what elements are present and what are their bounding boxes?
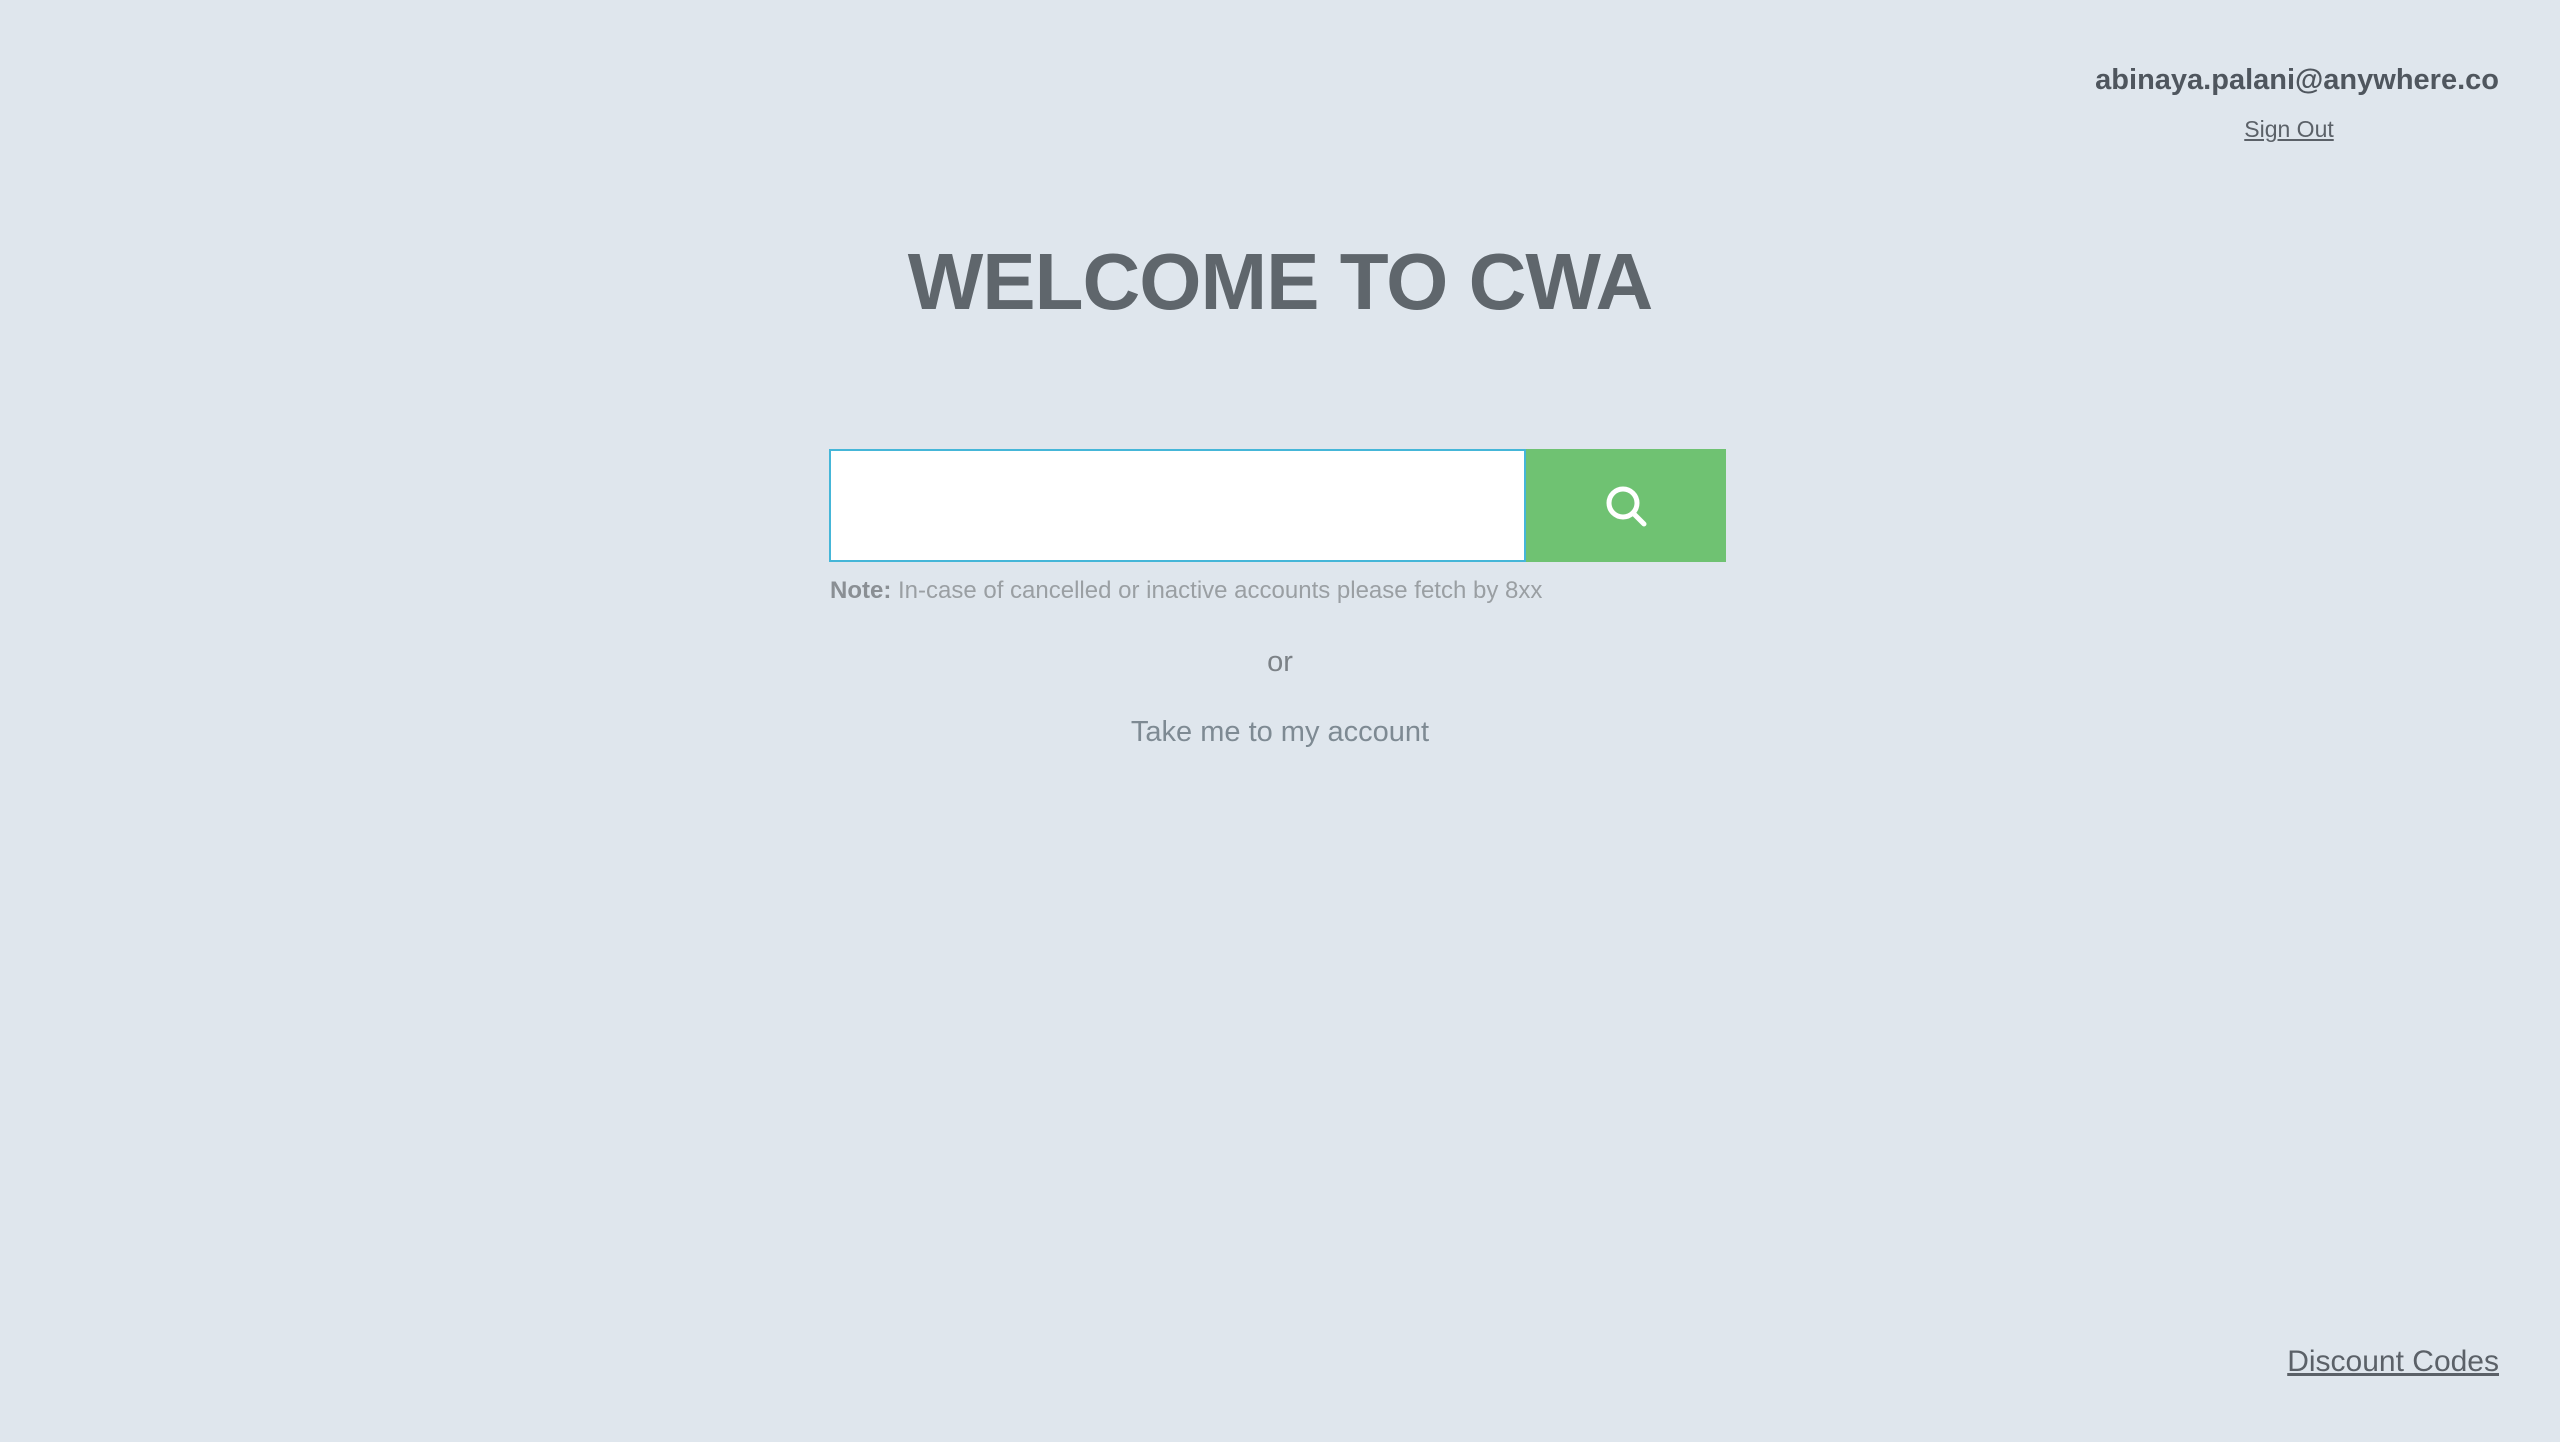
- user-email: abinaya.palani@anywhere.co: [2095, 64, 2499, 96]
- search-icon: [1606, 486, 1647, 526]
- discount-codes-link[interactable]: Discount Codes: [2287, 1342, 2499, 1382]
- my-account-link[interactable]: Take me to my account: [1131, 716, 1429, 748]
- search-bar: [829, 449, 1726, 562]
- search-input[interactable]: [829, 449, 1526, 562]
- sign-out-link[interactable]: Sign Out: [2244, 116, 2334, 143]
- search-note: Note: In-case of cancelled or inactive a…: [830, 575, 1542, 607]
- note-text: In-case of cancelled or inactive account…: [891, 577, 1543, 604]
- search-button[interactable]: [1526, 449, 1726, 562]
- note-label: Note:: [830, 577, 892, 604]
- or-divider-text: or: [1267, 646, 1293, 678]
- account-link-row: Take me to my account: [0, 712, 2560, 752]
- page-title: WELCOME TO CWA: [907, 237, 1653, 326]
- user-block: abinaya.palani@anywhere.co Sign Out: [2079, 56, 2499, 143]
